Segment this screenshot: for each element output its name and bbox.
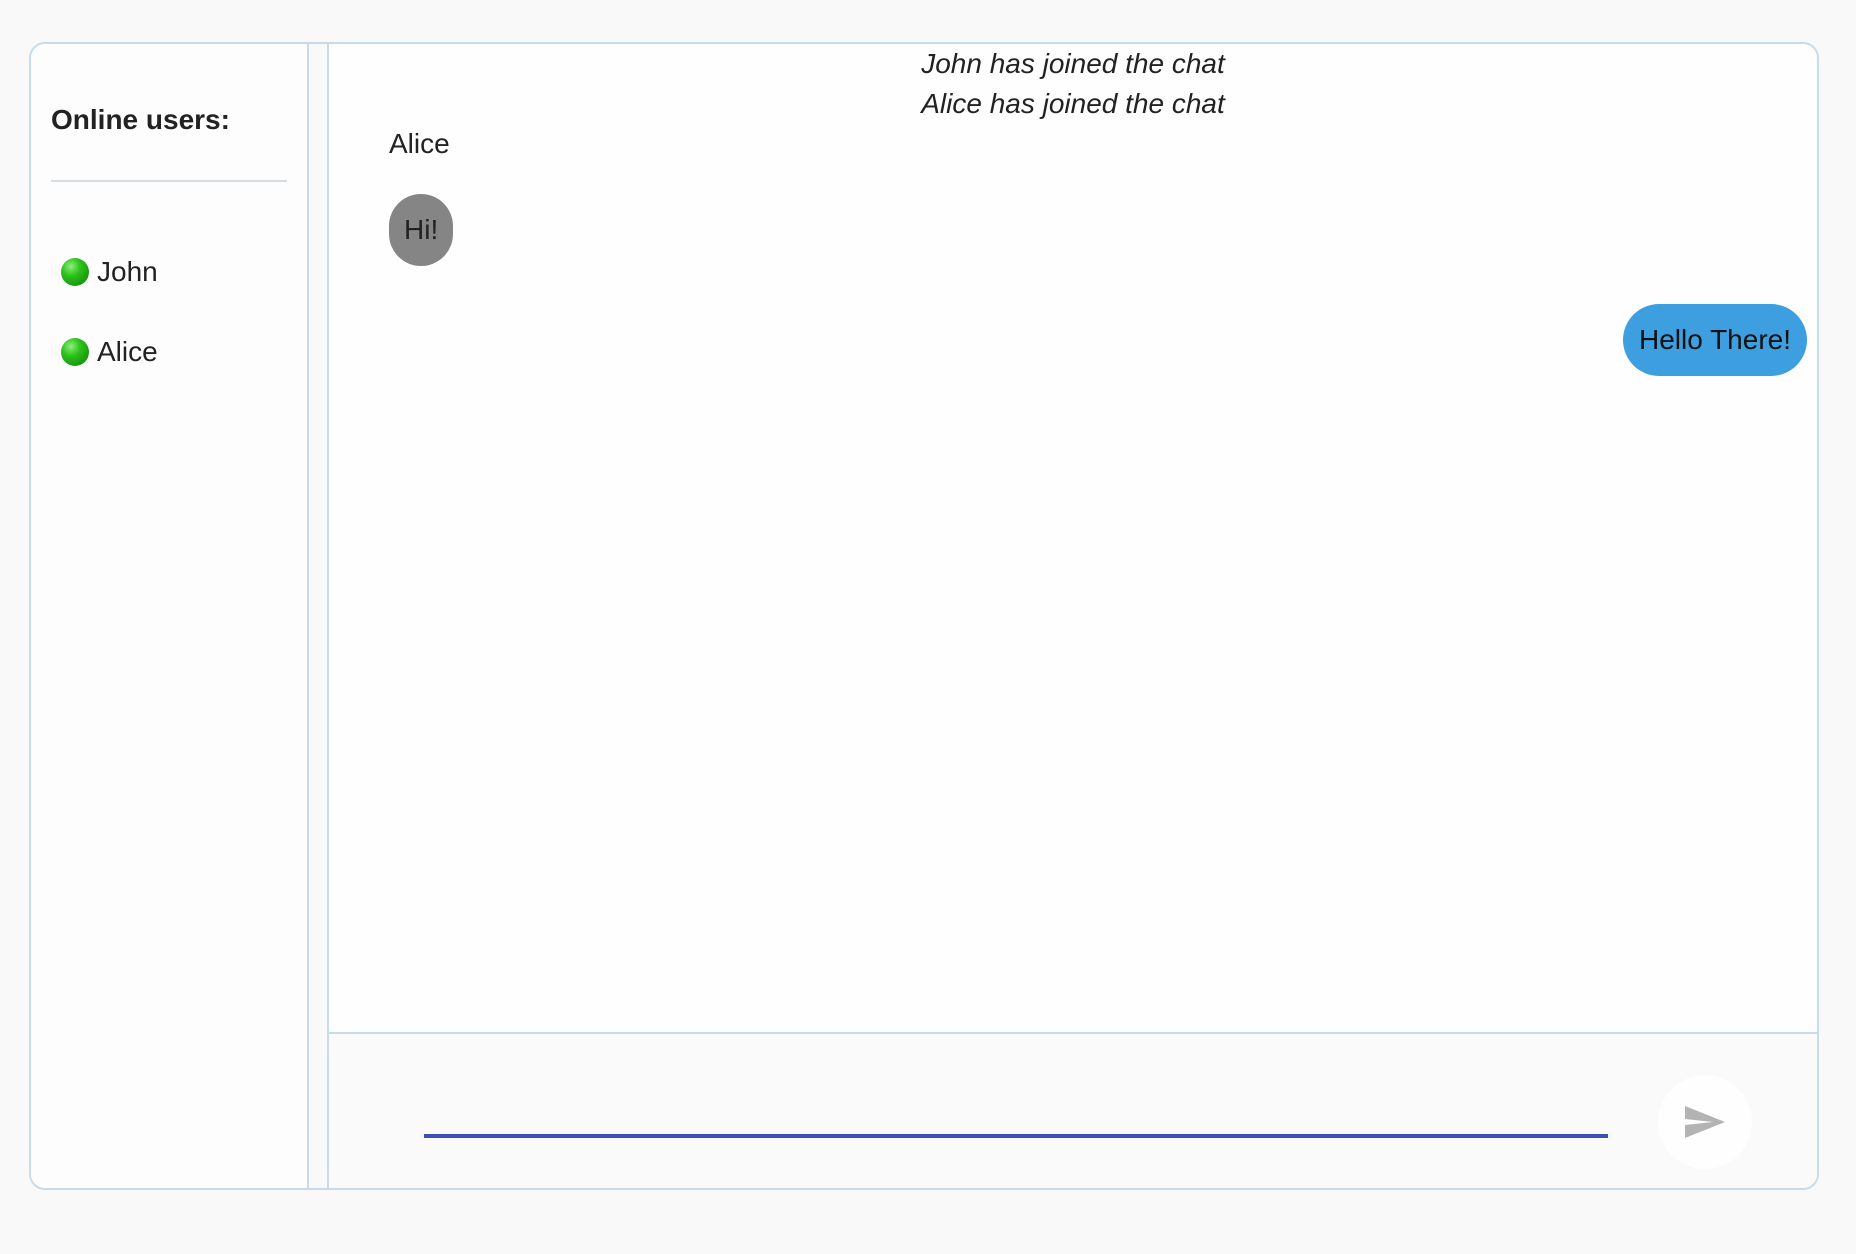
online-user-item[interactable]: Alice: [61, 332, 158, 372]
online-user-name: Alice: [97, 336, 158, 367]
online-user-name: John: [97, 256, 158, 287]
online-users-title: Online users:: [51, 104, 230, 135]
online-status-icon: [61, 338, 89, 366]
sidebar-divider: [51, 180, 287, 182]
panel-separator: [309, 44, 329, 1188]
chat-app-window: Online users: John Alice John has joined…: [29, 42, 1819, 1190]
online-status-icon: [61, 258, 89, 286]
system-message: Alice has joined the chat: [921, 88, 1225, 119]
received-message-bubble: Hi!: [389, 194, 454, 266]
message-list[interactable]: John has joined the chat Alice has joine…: [329, 44, 1817, 1032]
online-users-list: John Alice: [61, 252, 158, 412]
send-icon: [1685, 1106, 1725, 1138]
chat-panel: John has joined the chat Alice has joine…: [329, 44, 1817, 1188]
send-button[interactable]: [1658, 1075, 1752, 1169]
sent-message-bubble: Hello There!: [1622, 304, 1807, 376]
online-user-item[interactable]: John: [61, 252, 158, 292]
message-sender-name: Alice: [389, 128, 450, 159]
online-users-sidebar: Online users: John Alice: [31, 44, 309, 1188]
message-input[interactable]: [424, 1094, 1608, 1138]
message-composer: [329, 1032, 1817, 1188]
system-message: John has joined the chat: [921, 48, 1225, 79]
